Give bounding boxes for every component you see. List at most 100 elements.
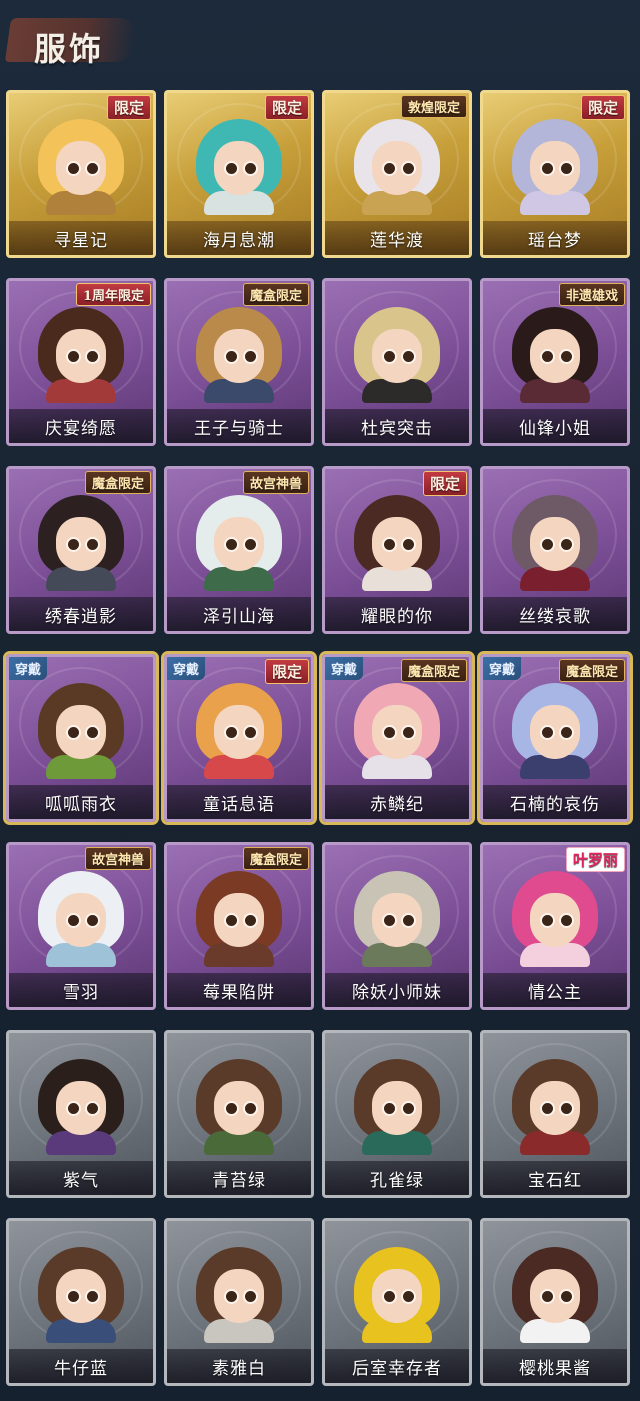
portrait-eye [224,161,239,176]
portrait-eye [224,725,239,740]
limited-badge: 叶罗丽 [565,847,625,872]
portrait-eye [540,349,555,364]
outfit-card[interactable]: 青苔绿 [164,1030,314,1198]
outfit-card[interactable]: 限定 穿戴 童话息语 [161,651,317,825]
character-portrait [38,495,124,591]
outfit-name: 赤鳞纪 [370,794,424,815]
outfit-name: 雪羽 [63,982,99,1003]
outfit-card[interactable]: 除妖小师妹 [322,842,472,1010]
portrait-eye [243,349,258,364]
outfit-card[interactable]: 穿戴 呱呱雨衣 [3,651,159,825]
outfit-card[interactable]: 敦煌限定 莲华渡 [322,90,472,258]
character-portrait [512,1247,598,1343]
character-portrait [512,683,598,779]
portrait-eye [224,1289,239,1304]
outfit-card[interactable]: 限定瑶台梦 [480,90,630,258]
card-name-plate: 紫气 [9,1161,153,1195]
outfit-card[interactable]: 丝缕哀歌 [480,466,630,634]
outfit-name: 庆宴绮愿 [45,418,117,439]
character-portrait [354,307,440,403]
portrait-eye [382,349,397,364]
portrait-eye [540,161,555,176]
card-name-plate: 杜宾突击 [325,409,469,443]
outfit-name: 瑶台梦 [528,230,582,251]
outfit-card[interactable]: 魔盒限定 绣春逍影 [6,466,156,634]
card-name-plate: 呱呱雨衣 [9,785,153,819]
outfit-card[interactable]: 魔盒限定 穿戴 石楠的哀伤 [477,651,633,825]
card-name-plate: 绣春逍影 [9,597,153,631]
limited-badge: 故宫神兽 [242,471,309,494]
outfit-name: 王子与骑士 [194,418,284,439]
outfit-card[interactable]: 魔盒限定莓果陷阱 [164,842,314,1010]
portrait-eye [540,1289,555,1304]
section-header: 服饰 [0,10,150,74]
worn-badge: 穿戴 [483,657,522,680]
portrait-eye [401,349,416,364]
card-name-plate: 莓果陷阱 [167,973,311,1007]
outfit-card[interactable]: 限定 海月息潮 [164,90,314,258]
outfit-card[interactable]: 牛仔蓝 [6,1218,156,1386]
outfit-card[interactable]: 后室幸存者 [322,1218,472,1386]
portrait-eye [243,161,258,176]
outfit-name: 仙锋小姐 [519,418,591,439]
card-name-plate: 青苔绿 [167,1161,311,1195]
character-portrait [196,1059,282,1155]
portrait-eye [85,349,100,364]
card-name-plate: 泽引山海 [167,597,311,631]
portrait-eye [401,913,416,928]
outfit-name: 孔雀绿 [370,1170,424,1191]
outfit-card[interactable]: 1周年限定 庆宴绮愿 [6,278,156,446]
card-name-plate: 瑶台梦 [483,221,627,255]
portrait-eye [382,161,397,176]
character-portrait [354,495,440,591]
outfit-name: 童话息语 [203,794,275,815]
portrait-eye [401,725,416,740]
portrait-eye [224,913,239,928]
outfit-card[interactable]: 故宫神兽泽引山海 [164,466,314,634]
limited-badge: 限定 [580,95,625,120]
portrait-eye [382,725,397,740]
outfit-card[interactable]: 魔盒限定 穿戴 赤鳞纪 [319,651,475,825]
outfit-name: 海月息潮 [203,230,275,251]
portrait-eye [85,913,100,928]
portrait-eye [224,349,239,364]
card-name-plate: 海月息潮 [167,221,311,255]
character-portrait [354,871,440,967]
portrait-eye [382,913,397,928]
outfit-card[interactable]: 魔盒限定 王子与骑士 [164,278,314,446]
card-name-plate: 耀眼的你 [325,597,469,631]
character-portrait [354,683,440,779]
outfit-page: 服饰 限定 寻星记 限定 海月息潮 敦煌限定 莲华渡 限定 瑶台梦 1周年限定 庆宴绮愿 魔盒限定王… [0,0,640,1401]
card-name-plate: 樱桃果酱 [483,1349,627,1383]
outfit-card[interactable]: 紫气 [6,1030,156,1198]
outfit-name: 耀眼的你 [361,606,433,627]
outfit-card[interactable]: 限定耀眼的你 [322,466,472,634]
portrait-eye [66,1101,81,1116]
outfit-card[interactable]: 故宫神兽 雪羽 [6,842,156,1010]
outfit-name: 丝缕哀歌 [519,606,591,627]
limited-badge: 非遗雄戏 [558,283,625,306]
portrait-eye [559,537,574,552]
portrait-eye [243,913,258,928]
outfit-card[interactable]: 孔雀绿 [322,1030,472,1198]
character-portrait [38,683,124,779]
card-name-plate: 宝石红 [483,1161,627,1195]
card-name-plate: 除妖小师妹 [325,973,469,1007]
character-portrait [38,871,124,967]
limited-badge: 魔盒限定 [400,659,467,682]
outfit-card[interactable]: 非遗雄戏仙锋小姐 [480,278,630,446]
outfit-card[interactable]: 素雅白 [164,1218,314,1386]
limited-badge: 限定 [422,471,467,496]
portrait-eye [382,1289,397,1304]
worn-badge: 穿戴 [9,657,48,680]
outfit-card[interactable]: 杜宾突击 [322,278,472,446]
outfit-card[interactable]: 限定 寻星记 [6,90,156,258]
outfit-name: 莲华渡 [370,230,424,251]
limited-badge: 魔盒限定 [242,847,309,870]
outfit-card[interactable]: 樱桃果酱 [480,1218,630,1386]
outfit-card[interactable]: 叶罗丽 情公主 [480,842,630,1010]
outfit-name: 素雅白 [212,1358,266,1379]
portrait-eye [85,1101,100,1116]
character-portrait [354,119,440,215]
outfit-card[interactable]: 宝石红 [480,1030,630,1198]
